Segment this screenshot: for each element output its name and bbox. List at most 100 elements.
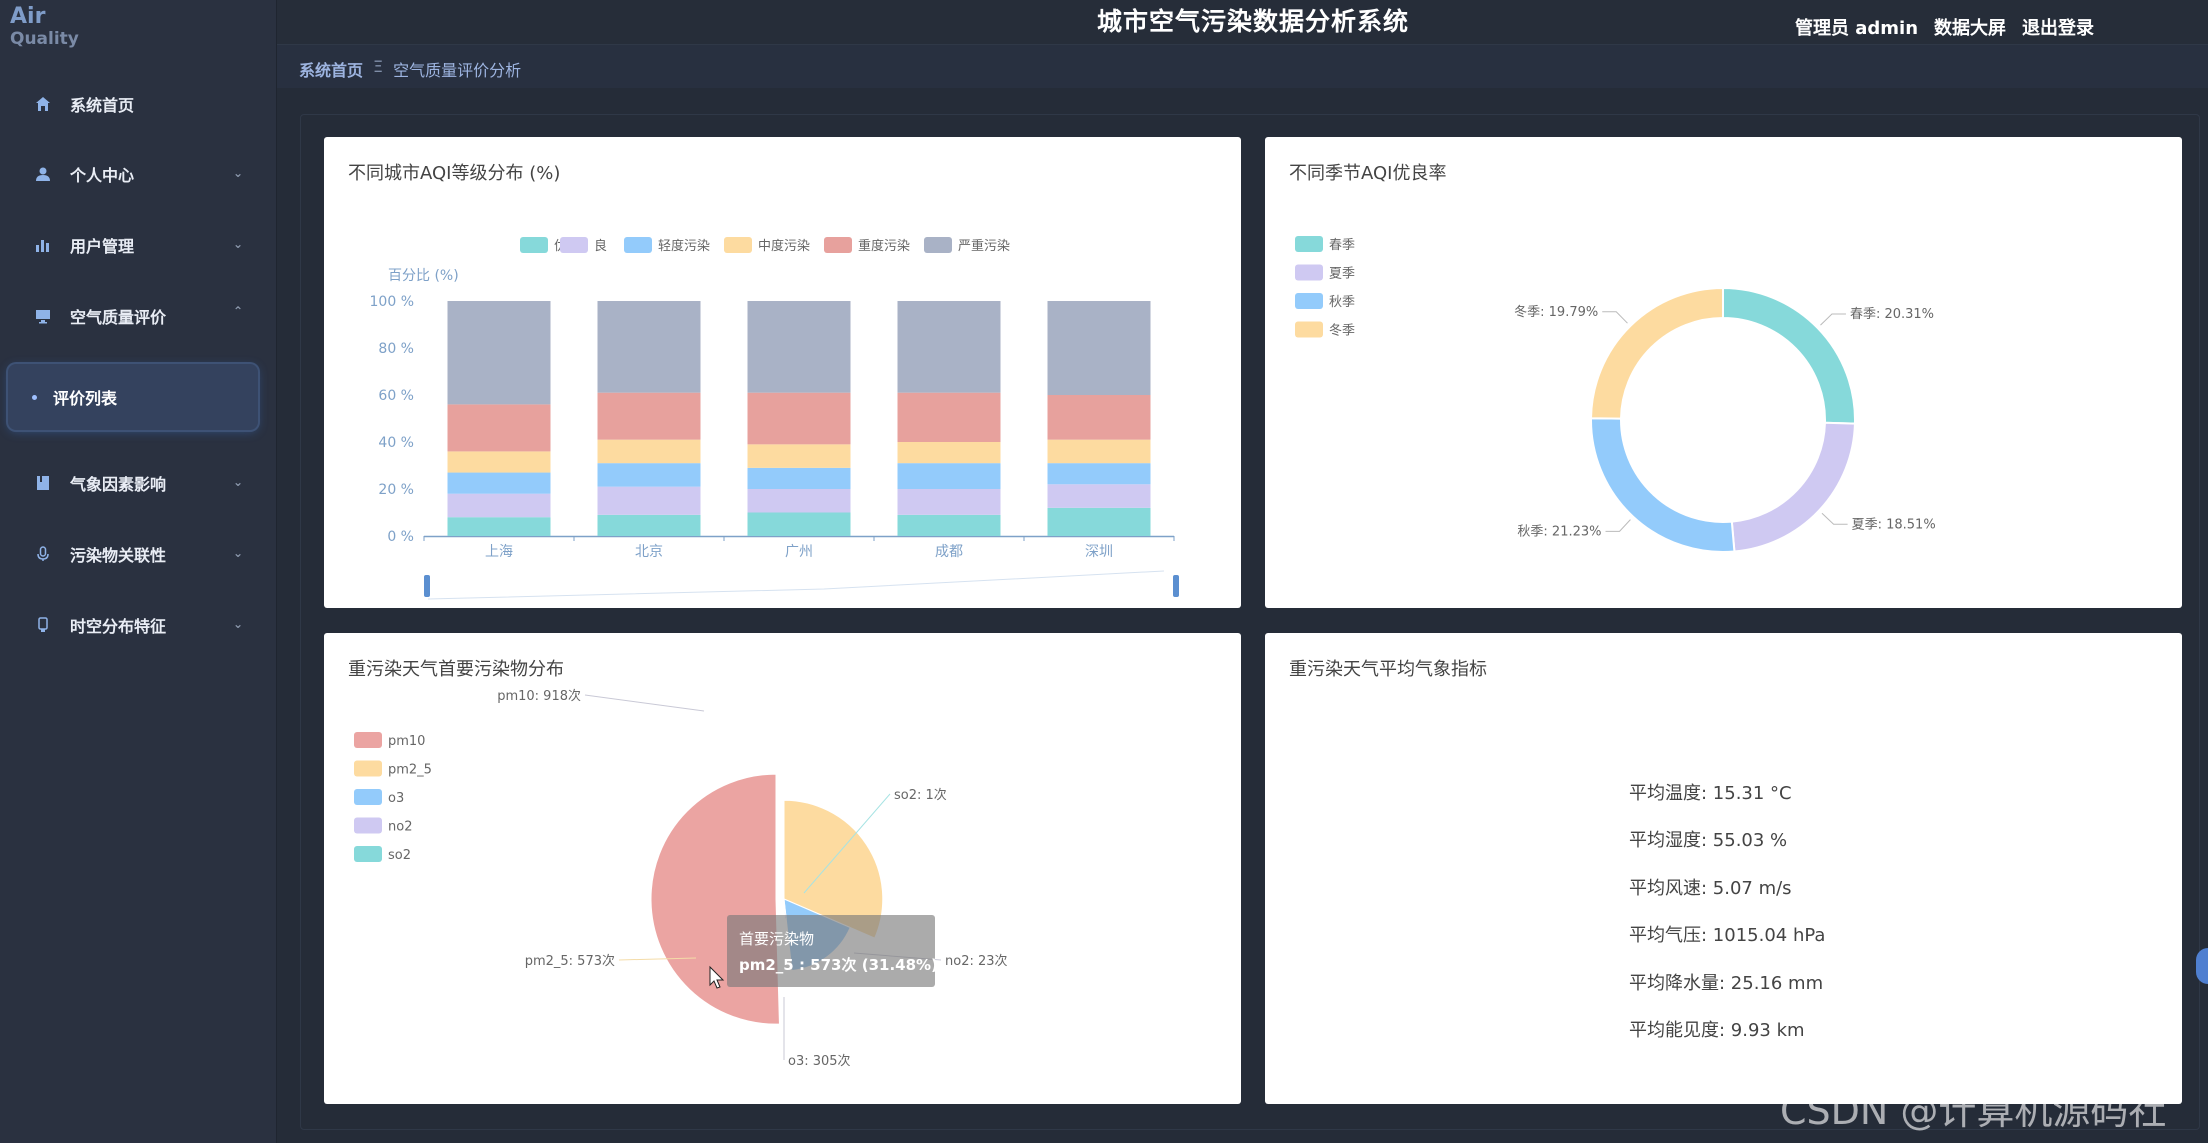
bar-segment: [447, 301, 551, 405]
donut-slice: [1589, 286, 1724, 420]
microphone-icon: [34, 545, 52, 563]
slice-label: so2: 1次: [894, 787, 947, 803]
sidebar-item-label: 污染物关联性: [70, 546, 167, 565]
donut-chart: 春季夏季秋季冬季 春季: 20.31% 夏季: 18.51% 秋季: 21.23% 冬季…: [1295, 236, 1936, 553]
home-icon: [34, 95, 52, 113]
legend-label: 秋季: [1329, 295, 1355, 310]
donut-slice: [1730, 421, 1856, 553]
legend-label: 良: [594, 238, 607, 254]
slice-label: no2: 23次: [945, 953, 1008, 969]
legend-label: 严重污染: [958, 238, 1010, 254]
legend-label: pm10: [388, 734, 425, 749]
chevron-down-icon: ⌄: [232, 475, 243, 489]
metric-temperature: 平均温度: 15.31 °C: [1629, 783, 1792, 804]
metrics-list: 平均温度: 15.31 °C 平均湿度: 55.03 % 平均风速: 5.07 …: [1629, 781, 1825, 1065]
bar-segment: [897, 301, 1001, 393]
logout-link[interactable]: 退出登录: [2022, 14, 2094, 40]
legend-swatch: [1295, 264, 1323, 281]
slice-label: 夏季: 18.51%: [1852, 517, 1936, 532]
slice-label: 秋季: 21.23%: [1517, 524, 1601, 539]
user-icon: [34, 165, 52, 183]
sidebar-item-air-quality[interactable]: 空气质量评价 ⌃: [0, 296, 277, 336]
bar-segment: [447, 451, 551, 473]
x-tick-label: 广州: [785, 544, 813, 560]
sidebar-item-label: 空气质量评价: [70, 308, 167, 327]
legend-label: pm2_5: [388, 763, 432, 778]
bar-segment: [597, 463, 701, 487]
label-line: [584, 694, 705, 712]
slice-label: pm2_5: 573次: [525, 953, 615, 969]
bar-segment: [747, 301, 851, 393]
legend-swatch: [520, 237, 548, 253]
user-menu[interactable]: 管理员 admin: [1795, 14, 1918, 40]
tooltip-title: 首要污染物: [739, 930, 814, 948]
bar-segment: [747, 489, 851, 513]
sidebar-item-weather[interactable]: 气象因素影响 ⌄: [0, 463, 277, 503]
dashboard-link[interactable]: 数据大屏: [1934, 14, 2006, 40]
bar-segment: [897, 514, 1001, 536]
app-logo[interactable]: Air Quality: [10, 6, 79, 50]
legend-label: 重度污染: [858, 238, 910, 254]
slice-label: 春季: 20.31%: [1850, 307, 1934, 322]
breadcrumb-home[interactable]: 系统首页: [299, 57, 363, 81]
bar-segment: [747, 467, 851, 489]
legend-label: so2: [388, 848, 411, 863]
bar-segment: [597, 439, 701, 464]
metric-pressure: 平均气压: 1015.04 hPa: [1629, 925, 1826, 947]
slice-label: o3: 305次: [788, 1053, 851, 1069]
legend-label: 春季: [1329, 238, 1355, 253]
breadcrumb-current: 空气质量评价分析: [393, 61, 522, 80]
metric-wind: 平均风速: 5.07 m/s: [1629, 877, 1792, 899]
bar-segment: [1047, 507, 1151, 536]
bar-segment: [597, 514, 701, 536]
sidebar-item-personal[interactable]: 个人中心 ⌄: [0, 154, 277, 194]
x-tick-label: 成都: [935, 544, 963, 560]
season-aqi-card: 不同季节AQI优良率 春季 夏季 秋季 冬季 春季: 20.31% 夏季: 18.51% 秋…: [1265, 137, 2182, 608]
metric-visibility: 平均能见度: 9.93 km: [1629, 1019, 1805, 1041]
bar-segment: [1047, 395, 1151, 440]
metric-humidity: 平均湿度: 55.03 %: [1629, 830, 1788, 852]
legend-label: o3: [388, 791, 404, 806]
bar-segment: [747, 392, 851, 445]
sidebar-item-spatiotemporal[interactable]: 时空分布特征 ⌄: [0, 605, 277, 645]
label-line: [1605, 519, 1631, 532]
sidebar-item-home[interactable]: 系统首页: [0, 84, 277, 124]
bar-segment: [597, 486, 701, 515]
bar-segment: [747, 512, 851, 536]
legend-label: 中度污染: [758, 238, 810, 254]
datazoom-track: [427, 570, 1165, 600]
label-line: [1820, 313, 1846, 326]
sidebar-item-users[interactable]: 用户管理 ⌄: [0, 225, 277, 265]
y-tick-label: 60 %: [378, 388, 414, 404]
breadcrumb-separator: Ξ: [373, 57, 384, 76]
bar-segment: [1047, 439, 1151, 464]
legend-swatch: [354, 817, 382, 834]
datazoom-right-handle: [1173, 575, 1179, 597]
top-header: 城市空气污染数据分析系统 管理员 admin 数据大屏 退出登录: [277, 0, 2208, 44]
active-dot-icon: [32, 394, 37, 400]
side-scroll-handle[interactable]: [2196, 948, 2208, 984]
tooltip-box: [727, 915, 935, 987]
slice-label: pm10: 918次: [497, 688, 581, 704]
sidebar-item-label: 个人中心: [70, 166, 135, 185]
metric-precipitation: 平均降水量: 25.16 mm: [1629, 972, 1824, 994]
bar-segment: [897, 489, 1001, 515]
bar-segment: [597, 392, 701, 440]
sidebar-item-label: 时空分布特征: [70, 617, 167, 636]
y-axis-title: 百分比 (%): [388, 268, 459, 284]
y-tick-label: 100 %: [370, 294, 414, 310]
sidebar-item-pollutant[interactable]: 污染物关联性 ⌄: [0, 534, 277, 574]
legend-swatch: [1295, 293, 1323, 309]
bar-segment: [1047, 484, 1151, 508]
chevron-down-icon: ⌄: [232, 166, 243, 180]
sidebar-subitem-eval-list[interactable]: 评价列表: [8, 364, 258, 430]
x-tick-label: 深圳: [1085, 544, 1113, 560]
bar-segment: [447, 472, 551, 494]
bar-chart-icon: [34, 236, 52, 254]
bar-segment: [597, 301, 701, 393]
datazoom-left-handle: [424, 575, 430, 597]
header-links: 管理员 admin 数据大屏 退出登录: [1795, 14, 2094, 40]
page-title: 城市空气污染数据分析系统: [1097, 7, 1410, 36]
label-line: [1821, 512, 1848, 525]
bar-segment: [447, 517, 551, 536]
